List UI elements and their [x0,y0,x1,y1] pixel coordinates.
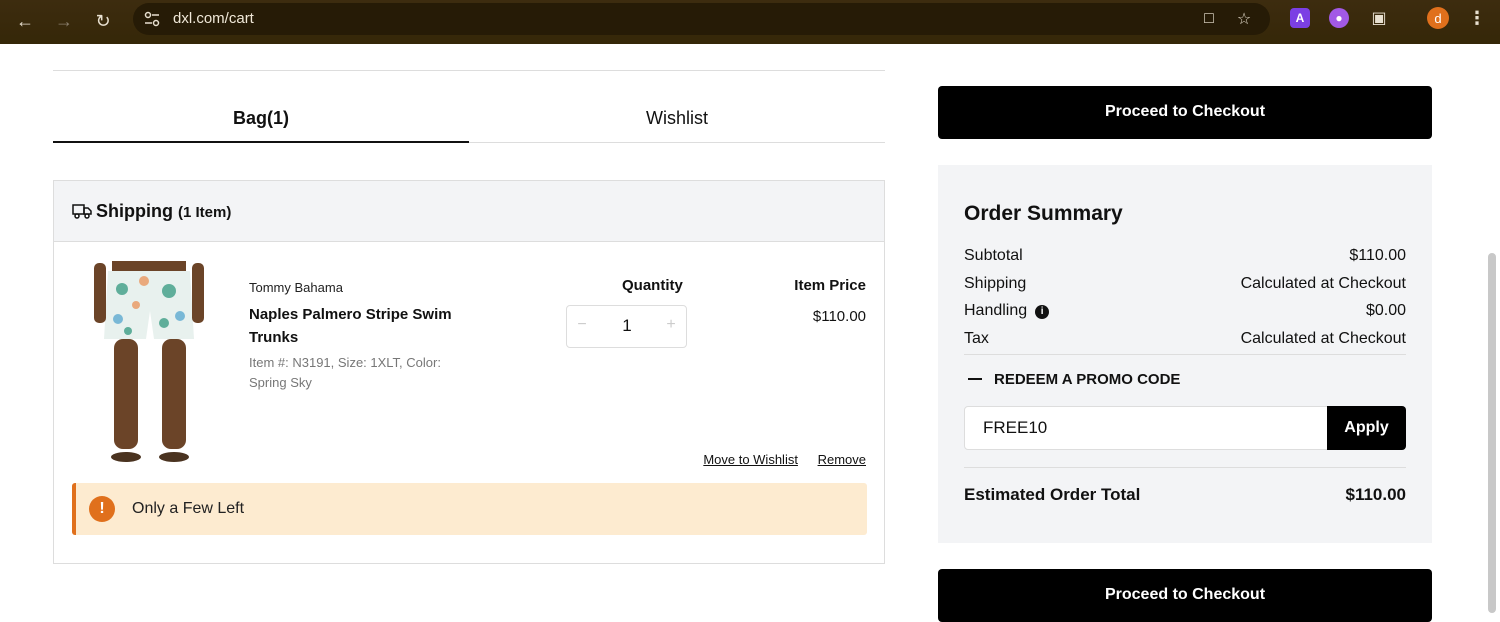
promo-label: REDEEM A PROMO CODE [994,371,1181,388]
move-to-wishlist-link[interactable]: Move to Wishlist [703,452,798,467]
decrement-button[interactable]: − [573,316,591,334]
order-total-label: Estimated Order Total [964,485,1141,504]
divider [53,70,885,71]
proceed-to-checkout-button[interactable]: Proceed to Checkout [938,86,1432,139]
item-price: $110.00 [812,308,866,325]
subtotal-label: Subtotal [964,247,1023,264]
product-brand: Tommy Bahama [249,280,343,295]
bookmark-star-icon[interactable]: ☆ [1234,9,1254,29]
proceed-to-checkout-button-bottom[interactable]: Proceed to Checkout [938,569,1432,622]
product-name[interactable]: Naples Palmero Stripe Swim Trunks [249,303,479,349]
forward-icon[interactable]: → [51,8,77,34]
truck-icon [72,204,92,219]
divider [964,354,1406,355]
browser-toolbar: ← → ↻ dxl.com/cart □ ☆ A ● ▣ d ⋮ [0,0,1500,44]
shipping-header: Shipping (1 Item) [54,181,884,242]
shipping-value: Calculated at Checkout [1240,275,1406,292]
shipping-label: Shipping [964,275,1027,292]
quantity-value[interactable]: 1 [617,316,637,336]
quantity-label: Quantity [622,277,683,294]
extension-icon[interactable]: ● [1329,8,1349,28]
browser-menu-icon[interactable]: ⋮ [1468,8,1486,29]
low-stock-alert: ! Only a Few Left [72,483,867,535]
extension-a-icon[interactable]: A [1290,8,1310,28]
divider [964,467,1406,468]
back-icon[interactable]: ← [12,8,38,34]
translate-icon[interactable]: □ [1199,9,1219,29]
page-scrollbar[interactable] [1488,253,1496,613]
info-icon[interactable]: i [1035,305,1050,319]
order-summary-title: Order Summary [964,202,1123,225]
apply-button[interactable]: Apply [1327,406,1406,450]
reload-icon[interactable]: ↻ [90,8,116,34]
address-bar[interactable]: dxl.com/cart □ ☆ [133,3,1270,35]
tax-value: Calculated at Checkout [1240,330,1406,347]
cart-tabs: Bag(1) Wishlist [53,96,885,143]
subtotal-value: $110.00 [1349,247,1406,264]
promo-toggle[interactable]: REDEEM A PROMO CODE [968,371,1180,388]
product-details: Item #: N3191, Size: 1XLT, Color: Spring… [249,355,441,390]
handling-row: Handling i $0.00 [964,302,1406,320]
shipping-title: Shipping [96,200,173,221]
tax-row: Tax Calculated at Checkout [964,330,1406,348]
minus-icon [968,378,982,380]
subtotal-row: Subtotal $110.00 [964,247,1406,265]
order-total-value: $110.00 [1345,485,1406,504]
handling-value: $0.00 [1365,302,1406,319]
shipping-row: Shipping Calculated at Checkout [964,275,1406,293]
warning-icon: ! [89,496,115,522]
extensions-puzzle-icon[interactable]: ▣ [1369,8,1389,28]
order-total-row: Estimated Order Total $110.00 [964,485,1406,505]
promo-code-input[interactable] [964,406,1328,450]
increment-button[interactable]: + [662,316,680,334]
product-image[interactable] [84,261,214,467]
profile-avatar[interactable]: d [1427,7,1449,29]
url-text[interactable]: dxl.com/cart [173,10,254,27]
alert-message: Only a Few Left [132,500,245,517]
item-price-label: Item Price [794,277,866,294]
tax-label: Tax [964,330,989,347]
remove-link[interactable]: Remove [818,452,866,467]
tab-wishlist[interactable]: Wishlist [469,96,885,143]
order-summary: Order Summary Subtotal $110.00 Shipping … [938,165,1432,543]
shipping-section: Shipping (1 Item) Tommy Bahama Naples Pa… [53,180,885,564]
handling-label: Handling [964,302,1028,319]
site-settings-icon[interactable] [143,10,161,28]
item-actions: Move to Wishlist Remove [687,452,866,467]
quantity-stepper: − 1 + [566,305,687,348]
shipping-count: (1 Item) [177,203,232,221]
tab-bag[interactable]: Bag(1) [53,96,469,143]
